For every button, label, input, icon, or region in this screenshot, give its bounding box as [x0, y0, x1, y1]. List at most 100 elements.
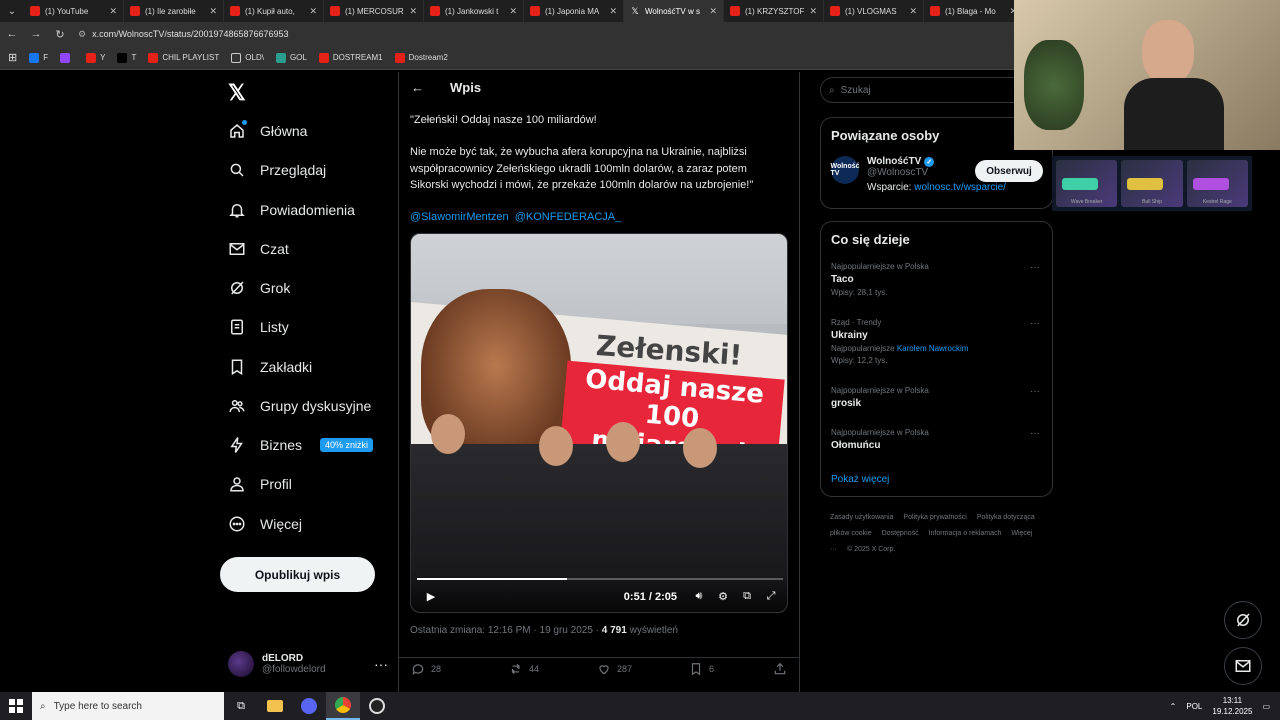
repost-button[interactable]: 44: [509, 662, 597, 676]
footer-link[interactable]: Polityka prywatności: [903, 514, 966, 521]
back-icon[interactable]: ←: [0, 28, 24, 40]
like-button[interactable]: 287: [597, 662, 689, 676]
browser-tab[interactable]: (1) Jankowski t ✕: [424, 0, 524, 22]
obs-icon[interactable]: [360, 692, 394, 720]
settings-icon[interactable]: ⚙: [711, 590, 735, 603]
video-progress-bar[interactable]: [417, 578, 783, 580]
chrome-icon[interactable]: [326, 692, 360, 720]
show-more-link[interactable]: Pokaż więcej: [831, 474, 889, 485]
browser-tab[interactable]: (1) Japonia MA ✕: [524, 0, 624, 22]
close-tab-icon[interactable]: ✕: [409, 6, 417, 17]
nav-item-bookmark[interactable]: Zakładki: [228, 353, 312, 381]
nav-item-bolt[interactable]: Biznes 40% zniżki: [228, 431, 374, 459]
nav-item-list[interactable]: Listy: [228, 313, 289, 341]
nav-item-bell[interactable]: Powiadomienia: [228, 196, 355, 224]
clock[interactable]: 13:11 19.12.2025: [1212, 695, 1252, 717]
bookmark-favicon-icon: [275, 52, 286, 63]
post-button[interactable]: Opublikuj wpis: [220, 557, 375, 592]
trend-item[interactable]: Najpopularniejsze w Polska Taco Wpisy: 28,…: [831, 262, 1046, 297]
back-arrow-icon[interactable]: ←: [411, 80, 424, 95]
bookmark-item[interactable]: T: [117, 52, 136, 63]
more-dots-icon[interactable]: ···: [374, 656, 388, 672]
reload-icon[interactable]: ↻: [48, 28, 72, 41]
more-dots-icon[interactable]: ···: [1030, 262, 1040, 273]
trend-item[interactable]: Rząd · Trendy Ukrainy Najpopularniejsze Ka…: [831, 318, 1046, 365]
browser-tab[interactable]: (1) Blaga - Mo✕: [924, 0, 1024, 22]
bookmark-item[interactable]: DOSTREAM1: [318, 52, 383, 63]
post-text: "Zełeński! Oddaj nasze 100 miliardów! Ni…: [410, 112, 788, 241]
pip-icon[interactable]: ⧉: [735, 590, 759, 603]
url-field[interactable]: ⚙ x.com/WolnoscTV/status/200197486587667…: [78, 29, 289, 40]
browser-tab[interactable]: (1) VLOGMAS ✕: [824, 0, 924, 22]
bio-link[interactable]: wolnosc.tv/wsparcie/: [914, 182, 1006, 193]
file-explorer-icon[interactable]: [258, 692, 292, 720]
close-tab-icon[interactable]: ✕: [509, 6, 517, 17]
footer-link[interactable]: Zasady użytkowania: [830, 514, 893, 521]
mention-link[interactable]: @KONFEDERACJA_: [515, 211, 622, 223]
bookmark-item[interactable]: OLD\: [231, 52, 264, 63]
tray-expand-icon[interactable]: ⌃: [1170, 702, 1177, 711]
forward-icon[interactable]: →: [24, 28, 48, 40]
close-tab-icon[interactable]: ✕: [209, 6, 217, 17]
messages-floating-button[interactable]: [1224, 647, 1262, 685]
nav-item-more-circle[interactable]: Więcej: [228, 510, 302, 538]
close-tab-icon[interactable]: ✕: [609, 6, 617, 17]
close-tab-icon[interactable]: ✕: [309, 6, 317, 17]
browser-tab[interactable]: (1) Ile zarobiłe ✕: [124, 0, 224, 22]
more-dots-icon[interactable]: ···: [1030, 428, 1040, 439]
browser-tab[interactable]: (1) KRZYSZTOF ✕: [724, 0, 824, 22]
bookmark-item[interactable]: GOL: [275, 52, 307, 63]
more-dots-icon[interactable]: ···: [1030, 386, 1040, 397]
taskbar-search-input[interactable]: ⌕ Type here to search: [32, 692, 224, 720]
language-indicator[interactable]: POL: [1186, 702, 1202, 711]
footer-link[interactable]: Dostępność: [882, 530, 919, 537]
bookmark-item[interactable]: F: [29, 52, 48, 63]
close-tab-icon[interactable]: ✕: [109, 6, 117, 17]
bookmark-item[interactable]: Y: [86, 52, 105, 63]
fullscreen-icon[interactable]: ⤢: [759, 590, 783, 603]
close-tab-icon[interactable]: ✕: [709, 6, 717, 17]
browser-tab[interactable]: (1) MERCOSUR ✕: [324, 0, 424, 22]
nav-item-person[interactable]: Profil: [228, 470, 292, 498]
youtube-favicon-icon: [330, 6, 340, 16]
x-logo-icon[interactable]: 𝕏: [228, 80, 246, 106]
trend-item[interactable]: Najpopularniejsze w Polska Ołomuńcu ···: [831, 428, 1046, 451]
notifications-icon[interactable]: ▭: [1262, 702, 1270, 711]
task-view-icon[interactable]: ⧉: [224, 692, 258, 720]
footer-link[interactable]: Informacja o reklamach: [929, 530, 1002, 537]
play-icon[interactable]: ▶: [419, 590, 443, 603]
site-info-icon[interactable]: ⚙: [78, 29, 86, 40]
follow-button[interactable]: Obserwuj: [975, 160, 1043, 182]
volume-icon[interactable]: 🔊︎: [687, 590, 711, 603]
browser-tab[interactable]: (1) Kupił auto, ✕: [224, 0, 324, 22]
close-tab-icon[interactable]: ✕: [909, 6, 917, 17]
windows-start-icon[interactable]: [0, 692, 32, 720]
more-dots-icon[interactable]: ···: [1030, 318, 1040, 329]
mention-link[interactable]: @SlawomirMentzen: [410, 211, 509, 223]
account-switcher[interactable]: dELORD @followdelord ···: [228, 648, 388, 680]
bookmark-item[interactable]: CHIL PLAYLIST: [148, 52, 219, 63]
apps-icon[interactable]: ⊞: [8, 51, 17, 64]
footer-link[interactable]: © 2025 X Corp.: [847, 546, 895, 553]
share-button[interactable]: [773, 662, 787, 676]
nav-item-mail[interactable]: Czat: [228, 235, 289, 263]
video-player[interactable]: Zełenski! Oddaj nasze 100 miliardów! ▶ 0…: [410, 233, 788, 613]
windows-taskbar: ⌕ Type here to search ⧉ ⌃ POL 13:11 19.1…: [0, 692, 1280, 720]
nav-item-search[interactable]: Przeglądaj: [228, 156, 326, 184]
reply-button[interactable]: 28: [411, 662, 509, 676]
bookmark-item[interactable]: [60, 52, 74, 63]
browser-tab[interactable]: (1) YouTube ✕: [24, 0, 124, 22]
nav-item-home[interactable]: Główna: [228, 117, 307, 145]
trend-item[interactable]: Najpopularniejsze w Polska grosik ···: [831, 386, 1046, 409]
close-tab-icon[interactable]: ✕: [809, 6, 817, 17]
bookmark-button[interactable]: 6: [689, 662, 769, 676]
bookmark-item[interactable]: Dostream2: [394, 52, 448, 63]
nav-item-people[interactable]: Grupy dyskusyjne: [228, 392, 371, 420]
bookmark-count: 6: [709, 663, 715, 674]
nav-item-grok[interactable]: Grok: [228, 274, 290, 302]
grok-floating-button[interactable]: [1224, 601, 1262, 639]
app-icon[interactable]: [292, 692, 326, 720]
youtube-favicon-icon: [30, 6, 40, 16]
tab-search-icon[interactable]: ⌄: [0, 0, 24, 22]
browser-tab[interactable]: 𝕏 WolnośćTV w s ✕: [624, 0, 724, 22]
